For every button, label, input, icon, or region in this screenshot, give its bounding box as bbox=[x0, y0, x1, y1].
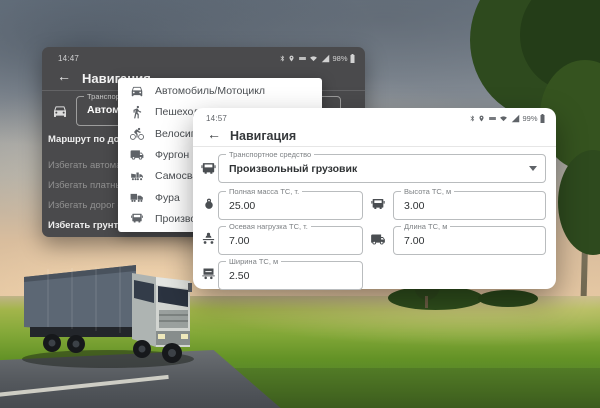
wifi-icon bbox=[309, 54, 318, 63]
screenshot-root: 14:47 98% ← Навигация Транспортное средс… bbox=[0, 0, 600, 408]
gross-weight-label: Полная масса ТС, т. bbox=[226, 187, 302, 196]
vehicle-field-label: Транспортное средство bbox=[226, 150, 314, 159]
dropdown-item-label: Фургон bbox=[155, 149, 189, 161]
weight-icon bbox=[202, 197, 216, 212]
vehicle-width-value: 2.50 bbox=[229, 270, 249, 282]
vehicle-field-value: Произвольный грузовик bbox=[229, 163, 357, 175]
truck-length-icon bbox=[370, 232, 386, 247]
custom-truck-icon bbox=[130, 212, 144, 226]
car-icon bbox=[130, 84, 144, 98]
bluetooth-icon bbox=[469, 114, 476, 123]
volte-icon bbox=[298, 54, 307, 63]
truck-width-icon bbox=[201, 266, 216, 281]
bluetooth-icon bbox=[279, 54, 286, 63]
semi-truck-icon bbox=[130, 191, 144, 205]
dump-truck-icon bbox=[130, 169, 144, 183]
signal-icon bbox=[321, 54, 330, 63]
battery-icon bbox=[540, 114, 545, 123]
chevron-down-icon[interactable] bbox=[529, 166, 537, 171]
navigation-settings-window-front: 14:57 99% ← Навигация Транспортное средс… bbox=[193, 108, 556, 289]
vehicle-length-value: 7.00 bbox=[404, 235, 424, 247]
truck-illustration bbox=[20, 255, 198, 373]
menu-item-avoid-motorways[interactable]: Избегать автомаг bbox=[48, 160, 125, 171]
menu-item-avoid-toll-roads[interactable]: Избегать платных bbox=[48, 180, 127, 191]
distant-treeline bbox=[478, 290, 538, 307]
pedestrian-icon bbox=[130, 105, 144, 119]
signal-icon bbox=[511, 114, 520, 123]
dropdown-item-label: Фура bbox=[155, 192, 180, 204]
status-time: 14:47 bbox=[58, 54, 79, 63]
truck-image bbox=[20, 255, 198, 373]
vehicle-height-label: Высота ТС, м bbox=[401, 187, 454, 196]
axle-load-icon bbox=[201, 231, 216, 247]
dropdown-item-label: Автомобиль/Мотоцикл bbox=[155, 85, 265, 97]
vehicle-length-label: Длина ТС, м bbox=[401, 222, 450, 231]
vehicle-width-label: Ширина ТС, м bbox=[226, 257, 281, 266]
volte-icon bbox=[488, 114, 497, 123]
axle-load-label: Осевая нагрузка ТС, т. bbox=[226, 222, 311, 231]
dropdown-item-car[interactable]: Автомобиль/Мотоцикл bbox=[118, 80, 322, 101]
truck-height-icon bbox=[370, 197, 386, 213]
location-icon bbox=[288, 54, 295, 63]
gross-weight-value: 25.00 bbox=[229, 200, 255, 212]
battery-icon bbox=[350, 54, 355, 63]
custom-truck-icon bbox=[200, 161, 217, 178]
car-icon bbox=[52, 103, 68, 124]
battery-percent: 98% bbox=[332, 54, 347, 63]
vehicle-height-value: 3.00 bbox=[404, 200, 424, 212]
van-icon bbox=[130, 148, 144, 162]
bicycle-icon bbox=[130, 127, 144, 141]
status-icons: 99% bbox=[469, 114, 545, 123]
menu-item-avoid-roads-with[interactable]: Избегать дорог с bbox=[48, 200, 122, 211]
back-button[interactable]: ← bbox=[207, 127, 221, 141]
small-tree-trunk bbox=[425, 296, 428, 308]
header-divider bbox=[193, 146, 556, 147]
status-icons: 98% bbox=[279, 54, 355, 63]
back-button[interactable]: ← bbox=[57, 69, 71, 83]
status-time: 14:57 bbox=[206, 114, 227, 123]
location-icon bbox=[478, 114, 485, 123]
wifi-icon bbox=[499, 114, 508, 123]
axle-load-value: 7.00 bbox=[229, 235, 249, 247]
battery-percent: 99% bbox=[522, 114, 537, 123]
page-title: Навигация bbox=[230, 129, 296, 143]
